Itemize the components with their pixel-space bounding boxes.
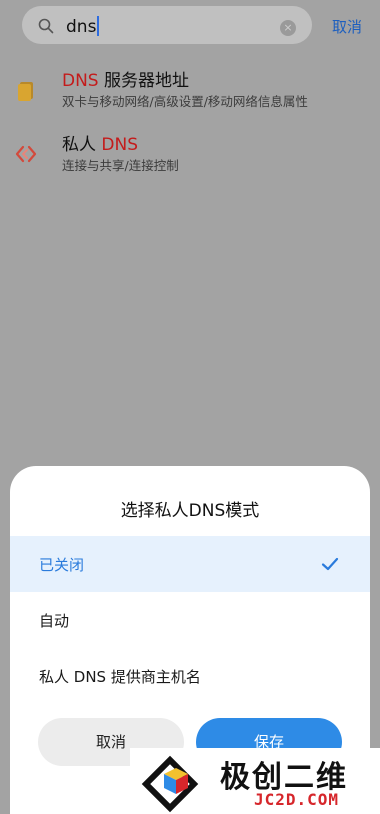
search-cancel-button[interactable]: 取消 (332, 16, 362, 37)
sim-card-icon (18, 82, 33, 101)
result-subtitle: 双卡与移动网络/高级设置/移动网络信息属性 (62, 94, 308, 109)
clear-icon[interactable]: × (280, 20, 296, 36)
check-icon (321, 557, 339, 571)
result-subtitle: 连接与共享/连接控制 (62, 158, 179, 173)
search-query-text: dns (66, 16, 100, 37)
option-provider-hostname[interactable]: 私人 DNS 提供商主机名 (10, 648, 370, 704)
search-bar: dns × 取消 (22, 2, 380, 46)
option-off[interactable]: 已关闭 (10, 536, 370, 592)
option-auto[interactable]: 自动 (10, 592, 370, 648)
connection-share-icon (15, 145, 37, 163)
search-icon (38, 18, 54, 34)
result-title: 私人 DNS (62, 135, 139, 155)
option-label: 私人 DNS 提供商主机名 (39, 668, 201, 686)
option-label: 已关闭 (39, 556, 85, 574)
text-caret (97, 16, 100, 36)
result-item-dns-server[interactable]: DNS 服务器地址 双卡与移动网络/高级设置/移动网络信息属性 (14, 66, 374, 116)
search-input[interactable]: dns × (22, 6, 312, 44)
watermark-domain: JC2D.COM (254, 790, 340, 809)
watermark: 极创二维 JC2D.COM (130, 748, 380, 814)
result-item-private-dns[interactable]: 私人 DNS 连接与共享/连接控制 (14, 130, 374, 180)
option-label: 自动 (39, 612, 70, 630)
dialog-title: 选择私人DNS模式 (120, 501, 260, 521)
result-title: DNS 服务器地址 (62, 71, 190, 91)
watermark-logo-icon (141, 755, 199, 813)
